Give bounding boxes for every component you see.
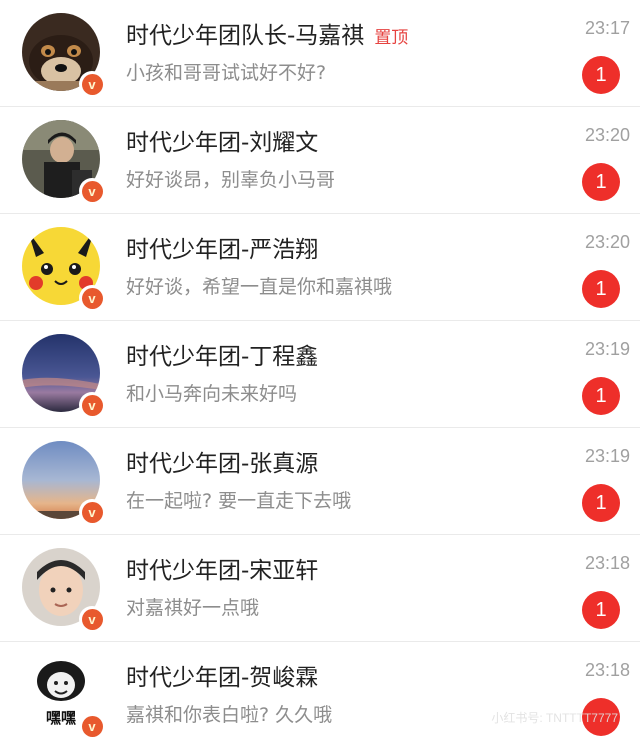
verified-badge-icon: v (79, 713, 105, 739)
chat-name: 时代少年团-贺峻霖 (126, 665, 319, 691)
chat-item-zhang-zhenyuan[interactable]: v 时代少年团-张真源 在一起啦? 要一直走下去哦 23:19 1 (0, 428, 640, 535)
unread-badge: 1 (582, 270, 620, 308)
chat-preview: 和小马奔向未来好吗 (126, 383, 298, 405)
chat-item-song-yaxuan[interactable]: v 时代少年团-宋亚轩 对嘉祺好一点哦 23:18 1 (0, 535, 640, 642)
verified-badge-icon: v (79, 392, 105, 418)
chat-preview: 好好谈昂，别辜负小马哥 (126, 169, 336, 191)
unread-badge: 1 (582, 377, 620, 415)
unread-badge: 1 (582, 163, 620, 201)
verified-badge-icon: v (79, 178, 105, 204)
chat-item-liu-yaowen[interactable]: v 时代少年团-刘耀文 好好谈昂，别辜负小马哥 23:20 1 (0, 107, 640, 214)
chat-preview: 好好谈，希望一直是你和嘉祺哦 (126, 276, 393, 298)
chat-name: 时代少年团队长-马嘉祺 置顶 (126, 23, 409, 49)
chat-preview: 在一起啦? 要一直走下去哦 (126, 490, 352, 512)
chat-name: 时代少年团-张真源 (126, 451, 319, 477)
chat-preview: 小孩和哥哥试试好不好? (126, 62, 327, 84)
unread-badge: 1 (582, 56, 620, 94)
chat-name: 时代少年团-丁程鑫 (126, 344, 319, 370)
chat-time: 23:19 (584, 446, 630, 466)
chat-item-ma-jiaqi[interactable]: v 时代少年团队长-马嘉祺 置顶 小孩和哥哥试试好不好? 23:17 1 (0, 0, 640, 107)
verified-badge-icon: v (79, 71, 105, 97)
chat-item-ding-chengxin[interactable]: v 时代少年团-丁程鑫 和小马奔向未来好吗 23:19 1 (0, 321, 640, 428)
chat-time: 23:20 (584, 232, 630, 252)
chat-name: 时代少年团-宋亚轩 (126, 558, 319, 584)
unread-badge: 1 (582, 484, 620, 522)
chat-preview: 嘉祺和你表白啦? 久久哦 (126, 704, 333, 726)
verified-badge-icon: v (79, 499, 105, 525)
unread-badge: 1 (582, 591, 620, 629)
chat-item-yan-haoxiang[interactable]: v 时代少年团-严浩翔 好好谈，希望一直是你和嘉祺哦 23:20 1 (0, 214, 640, 321)
chat-name: 时代少年团-刘耀文 (126, 130, 319, 156)
chat-time: 23:18 (584, 553, 630, 573)
chat-name: 时代少年团-严浩翔 (126, 237, 319, 263)
chat-item-he-junlin[interactable]: 嘿嘿 v 时代少年团-贺峻霖 嘉祺和你表白啦? 久久哦 23:18 (0, 642, 640, 749)
chat-preview: 对嘉祺好一点哦 (126, 597, 260, 619)
chat-list: v 时代少年团队长-马嘉祺 置顶 小孩和哥哥试试好不好? 23:17 1 v 时代… (0, 0, 640, 749)
verified-badge-icon: v (79, 606, 105, 632)
watermark: 小红书号: TNTTTT7777 (491, 711, 618, 725)
pinned-label: 置顶 (374, 28, 409, 48)
chat-time: 23:18 (584, 660, 630, 680)
chat-time: 23:19 (584, 339, 630, 359)
verified-badge-icon: v (79, 285, 105, 311)
chat-time: 23:17 (584, 18, 630, 38)
chat-time: 23:20 (584, 125, 630, 145)
